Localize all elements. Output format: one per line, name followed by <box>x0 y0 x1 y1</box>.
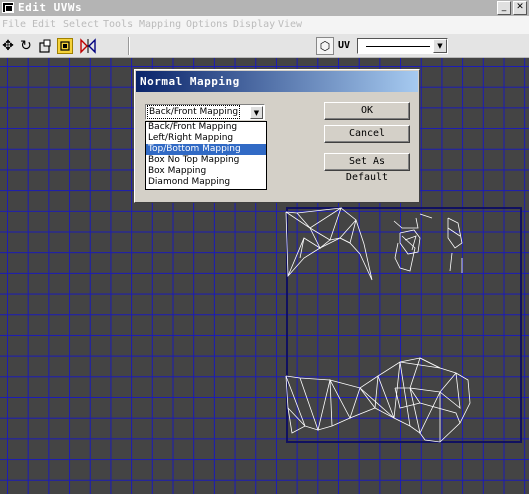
title-bar: Edit UVWs _ ✕ <box>0 0 529 16</box>
menu-file[interactable]: File <box>2 19 26 30</box>
mirror-icon[interactable] <box>80 38 96 54</box>
minimize-button[interactable]: _ <box>497 1 511 15</box>
uv-channel-dropdown[interactable]: ▼ <box>357 38 448 54</box>
cancel-button[interactable]: Cancel <box>324 125 410 143</box>
normal-mapping-dialog: Normal Mapping Back/Front Mapping ▼ Back… <box>134 69 420 203</box>
chevron-down-icon[interactable]: ▼ <box>433 39 447 53</box>
scale-icon[interactable] <box>38 38 54 54</box>
menu-tools[interactable]: Tools <box>103 19 133 30</box>
move-icon[interactable]: ✥ <box>0 38 16 54</box>
menu-select[interactable]: Select <box>63 19 99 30</box>
set-as-default-button[interactable]: Set As Default <box>324 153 410 183</box>
close-button[interactable]: ✕ <box>513 1 527 15</box>
menu-display[interactable]: Display <box>233 19 275 30</box>
window-title: Edit UVWs <box>18 1 83 14</box>
menu-edit[interactable]: Edit <box>32 19 56 30</box>
mapping-type-dropdown[interactable]: Back/Front Mapping ▼ <box>145 104 265 120</box>
option-top-bottom[interactable]: Top/Bottom Mapping <box>146 144 266 155</box>
chevron-down-icon[interactable]: ▼ <box>250 106 263 119</box>
mapping-type-list: Back/Front Mapping Left/Right Mapping To… <box>145 121 267 190</box>
app-icon <box>2 2 14 13</box>
option-diamond[interactable]: Diamond Mapping <box>146 177 266 188</box>
menu-view[interactable]: View <box>278 19 302 30</box>
toolbar-separator <box>128 37 130 55</box>
rotate-icon[interactable]: ↻ <box>18 38 34 54</box>
ok-button[interactable]: OK <box>324 102 410 120</box>
option-box-no-top[interactable]: Box No Top Mapping <box>146 155 266 166</box>
freeform-icon[interactable] <box>57 38 73 54</box>
option-box[interactable]: Box Mapping <box>146 166 266 177</box>
uv-mesh <box>285 207 471 443</box>
dialog-title: Normal Mapping <box>140 75 240 88</box>
cube-icon[interactable]: ⬡ <box>316 37 334 55</box>
uv-label: UV <box>338 40 351 51</box>
mapping-type-selected: Back/Front Mapping <box>146 105 241 119</box>
option-back-front[interactable]: Back/Front Mapping <box>146 122 266 133</box>
menu-bar: File Edit Select Tools Mapping Options D… <box>0 16 529 34</box>
option-left-right[interactable]: Left/Right Mapping <box>146 133 266 144</box>
toolbar: ✥ ↻ ⬡ UV ▼ <box>0 34 529 58</box>
uv-combo-value <box>366 46 430 47</box>
menu-options[interactable]: Options <box>186 19 228 30</box>
menu-mapping[interactable]: Mapping <box>139 19 181 30</box>
dialog-title-bar[interactable]: Normal Mapping <box>136 71 418 92</box>
